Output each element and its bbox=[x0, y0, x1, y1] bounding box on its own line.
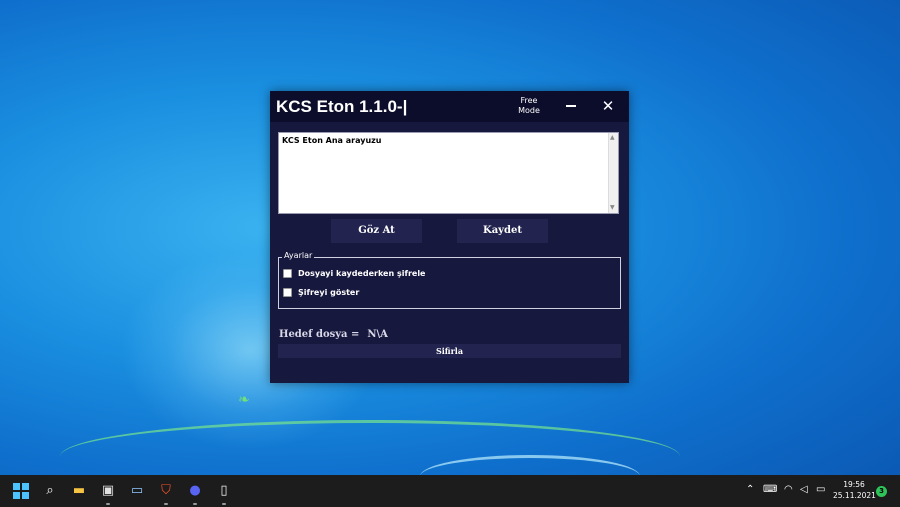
save-button[interactable]: Kaydet bbox=[457, 219, 548, 243]
file-explorer-icon[interactable]: ▬ bbox=[70, 482, 88, 500]
wallpaper-leaf-icon: ❧ bbox=[238, 392, 250, 408]
target-file-value: N\A bbox=[367, 329, 388, 340]
settings-group bbox=[278, 257, 621, 309]
battery-icon[interactable]: ▭ bbox=[816, 484, 825, 495]
title-bar[interactable]: KCS Eton 1.1.0-| Free Mode ✕ bbox=[270, 91, 629, 122]
mode-label-line2: Mode bbox=[518, 106, 540, 115]
running-indicator bbox=[193, 503, 197, 505]
toolbox-icon[interactable]: ▣ bbox=[99, 482, 117, 500]
notification-badge[interactable]: 3 bbox=[876, 486, 887, 497]
textarea-content: KCS Eton Ana arayuzu bbox=[282, 136, 382, 145]
content-textarea[interactable]: KCS Eton Ana arayuzu ▲ ▼ bbox=[278, 132, 619, 214]
target-file-label: Hedef dosya = bbox=[279, 329, 360, 340]
kcs-eton-window: KCS Eton 1.1.0-| Free Mode ✕ KCS Eton An… bbox=[270, 91, 629, 383]
textarea-scrollbar[interactable]: ▲ ▼ bbox=[608, 133, 618, 213]
running-indicator bbox=[164, 503, 168, 505]
encrypt-on-save-checkbox[interactable] bbox=[283, 269, 292, 278]
chevron-up-icon[interactable]: ⌃ bbox=[746, 484, 754, 495]
keyboard-icon[interactable]: ⌨ bbox=[763, 484, 777, 495]
close-icon[interactable]: ✕ bbox=[600, 98, 616, 114]
taskbar: ⌕ ▬ ▣ ▭ ⛉ ● ▯ ⌃ ⌨ ◠ ◁ ▭ 19:56 25.11.2021… bbox=[0, 475, 900, 507]
windows-start-icon[interactable] bbox=[13, 483, 29, 499]
scroll-down-icon[interactable]: ▼ bbox=[610, 204, 615, 212]
target-file-row: Hedef dosya = N\A bbox=[279, 329, 388, 340]
volume-muted-icon[interactable]: ◁ bbox=[800, 484, 808, 495]
discord-icon[interactable]: ● bbox=[186, 482, 204, 500]
clock-time: 19:56 bbox=[843, 480, 865, 489]
show-password-option[interactable]: Şifreyi göster bbox=[283, 288, 359, 297]
search-icon[interactable]: ⌕ bbox=[41, 482, 59, 500]
clock-date: 25.11.2021 bbox=[833, 491, 876, 500]
document-icon[interactable]: ▯ bbox=[215, 482, 233, 500]
show-password-label: Şifreyi göster bbox=[298, 288, 360, 297]
window-title: KCS Eton 1.1.0-| bbox=[276, 97, 408, 116]
brave-browser-icon[interactable]: ⛉ bbox=[157, 482, 175, 500]
wifi-icon[interactable]: ◠ bbox=[784, 484, 793, 495]
running-indicator bbox=[106, 503, 110, 505]
encrypt-on-save-label: Dosyayi kaydederken şifrele bbox=[298, 269, 426, 278]
settings-legend: Ayarlar bbox=[282, 251, 315, 260]
scroll-up-icon[interactable]: ▲ bbox=[610, 134, 615, 142]
reset-button[interactable]: Sifirla bbox=[278, 344, 621, 358]
running-indicator bbox=[222, 503, 226, 505]
clock[interactable]: 19:56 25.11.2021 bbox=[833, 479, 876, 501]
encrypt-on-save-option[interactable]: Dosyayi kaydederken şifrele bbox=[283, 269, 425, 278]
show-password-checkbox[interactable] bbox=[283, 288, 292, 297]
browse-button[interactable]: Göz At bbox=[331, 219, 422, 243]
photos-icon[interactable]: ▭ bbox=[128, 482, 146, 500]
minimize-icon[interactable] bbox=[566, 105, 576, 107]
mode-label-line1: Free bbox=[520, 96, 538, 105]
mode-label: Free Mode bbox=[510, 96, 548, 116]
